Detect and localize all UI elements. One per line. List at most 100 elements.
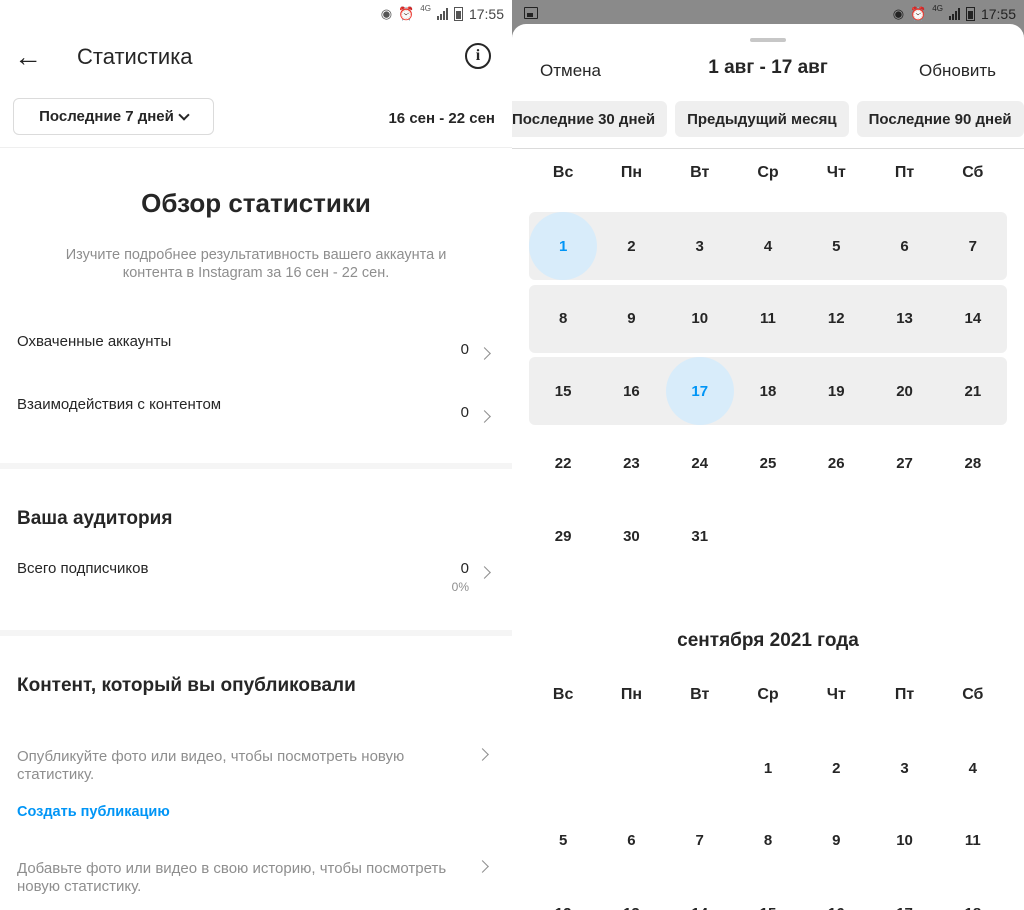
calendar-empty-cell (597, 734, 665, 802)
day-number: 9 (832, 832, 841, 849)
weekday-label: Пт (894, 164, 915, 181)
weekday-label: Чт (826, 164, 846, 181)
status-bar: ◉ ⏰ 4G 17:55 (381, 0, 504, 28)
calendar-day[interactable]: 13 (597, 879, 665, 910)
chip-last-90-days[interactable]: Последние 90 дней (856, 101, 1024, 137)
day-number: 13 (623, 905, 640, 910)
calendar-day[interactable]: 19 (802, 357, 870, 425)
back-arrow-icon[interactable]: ← (14, 42, 46, 74)
day-number: 22 (554, 455, 572, 472)
calendar-day[interactable]: 11 (734, 285, 802, 353)
calendar-day[interactable]: 28 (939, 430, 1007, 498)
cancel-button[interactable]: Отмена (540, 61, 601, 81)
hint-posts: Опубликуйте фото или видео, чтобы посмот… (17, 748, 405, 783)
day-number: 1 (558, 237, 568, 255)
sheet-grabber[interactable] (750, 38, 786, 42)
record-icon: ◉ (892, 6, 905, 21)
day-number: 15 (554, 382, 572, 400)
date-range-dropdown[interactable]: Последние 7 дней (13, 98, 214, 135)
calendar-day[interactable]: 22 (529, 430, 597, 498)
divider (512, 148, 1024, 149)
calendar-day[interactable]: 18 (939, 879, 1007, 910)
day-number: 11 (760, 310, 776, 327)
calendar-day[interactable]: 9 (802, 807, 870, 875)
day-number: 25 (759, 455, 777, 472)
calendar-day[interactable]: 3 (870, 734, 938, 802)
calendar-day[interactable]: 15 (529, 357, 597, 425)
calendar-day[interactable]: 24 (666, 430, 734, 498)
calendar-day[interactable]: 23 (597, 430, 665, 498)
weekday-label: Пн (620, 164, 642, 181)
calendar-day[interactable]: 7 (939, 212, 1007, 280)
calendar-day[interactable]: 8 (529, 285, 597, 353)
calendar-day[interactable]: 20 (870, 357, 938, 425)
chevron-right-icon (478, 347, 491, 360)
alarm-icon: ⏰ (910, 6, 927, 21)
metric-label: Всего подписчиков (17, 560, 149, 577)
chip-previous-month[interactable]: Предыдущий месяц (675, 101, 849, 137)
calendar-day[interactable]: 15 (734, 879, 802, 910)
calendar-day[interactable]: 6 (597, 807, 665, 875)
metric-row-reach[interactable]: Охваченные аккаунты 0 (0, 333, 512, 373)
calendar-day[interactable]: 10 (666, 285, 734, 353)
calendar-day[interactable]: 7 (666, 807, 734, 875)
chip-last-30-days[interactable]: Последние 30 дней (512, 101, 668, 137)
calendar-day[interactable]: 31 (666, 502, 734, 570)
chevron-right-icon[interactable] (476, 748, 489, 761)
calendar-day[interactable]: 2 (597, 212, 665, 280)
calendar-day[interactable]: 13 (870, 285, 938, 353)
metric-row-followers[interactable]: Всего подписчиков 0 0% (0, 560, 512, 600)
calendar-day[interactable]: 5 (802, 212, 870, 280)
calendar-day-selected[interactable]: 17 (666, 357, 734, 425)
calendar-day[interactable]: 6 (870, 212, 938, 280)
day-number: 23 (623, 455, 640, 472)
calendar-day[interactable]: 1 (734, 734, 802, 802)
calendar-day[interactable]: 11 (939, 807, 1007, 875)
weekday-label: Вт (690, 164, 710, 181)
calendar-day[interactable]: 4 (939, 734, 1007, 802)
calendar-day[interactable]: 8 (734, 807, 802, 875)
calendar-day[interactable]: 10 (870, 807, 938, 875)
create-post-link[interactable]: Создать публикацию (17, 804, 170, 820)
calendar-day-selected[interactable]: 1 (529, 212, 597, 280)
calendar-day[interactable]: 14 (939, 285, 1007, 353)
calendar-day[interactable]: 16 (597, 357, 665, 425)
calendar-day[interactable]: 12 (802, 285, 870, 353)
calendar-week: 1 2 3 4 (529, 734, 1007, 802)
weekday-label: Пн (620, 686, 642, 703)
calendar-day[interactable]: 26 (802, 430, 870, 498)
metric-label: Взаимодействия с контентом (17, 396, 222, 413)
day-number: 7 (968, 237, 977, 255)
day-number: 11 (964, 832, 981, 849)
calendar-day[interactable]: 21 (939, 357, 1007, 425)
update-button[interactable]: Обновить (919, 61, 996, 81)
calendar-day[interactable]: 3 (666, 212, 734, 280)
calendar-day[interactable]: 2 (802, 734, 870, 802)
calendar-day[interactable]: 30 (597, 502, 665, 570)
calendar-empty-cell (939, 502, 1007, 570)
status-time: 17:55 (468, 6, 504, 22)
metric-row-interactions[interactable]: Взаимодействия с контентом 0 (0, 396, 512, 436)
day-number: 17 (691, 382, 709, 400)
calendar-day[interactable]: 29 (529, 502, 597, 570)
day-number: 26 (827, 455, 845, 472)
info-icon[interactable]: i (465, 43, 491, 69)
calendar-day[interactable]: 14 (666, 879, 734, 910)
battery-icon (965, 7, 975, 21)
calendar-day[interactable]: 4 (734, 212, 802, 280)
chevron-right-icon[interactable] (476, 860, 489, 873)
chevron-right-icon (478, 410, 491, 423)
calendar-day[interactable]: 17 (870, 879, 938, 910)
calendar-day[interactable]: 5 (529, 807, 597, 875)
day-number: 16 (828, 905, 845, 910)
weekday-header: Вс Пн Вт Ср Чт Пт Сб (529, 164, 1007, 188)
day-number: 19 (827, 382, 845, 400)
calendar-day[interactable]: 12 (529, 879, 597, 910)
network-type: 4G (420, 3, 431, 13)
calendar-day[interactable]: 9 (597, 285, 665, 353)
calendar-day[interactable]: 16 (802, 879, 870, 910)
calendar-day[interactable]: 27 (870, 430, 938, 498)
calendar-day[interactable]: 25 (734, 430, 802, 498)
day-number: 10 (896, 832, 913, 849)
calendar-day[interactable]: 18 (734, 357, 802, 425)
